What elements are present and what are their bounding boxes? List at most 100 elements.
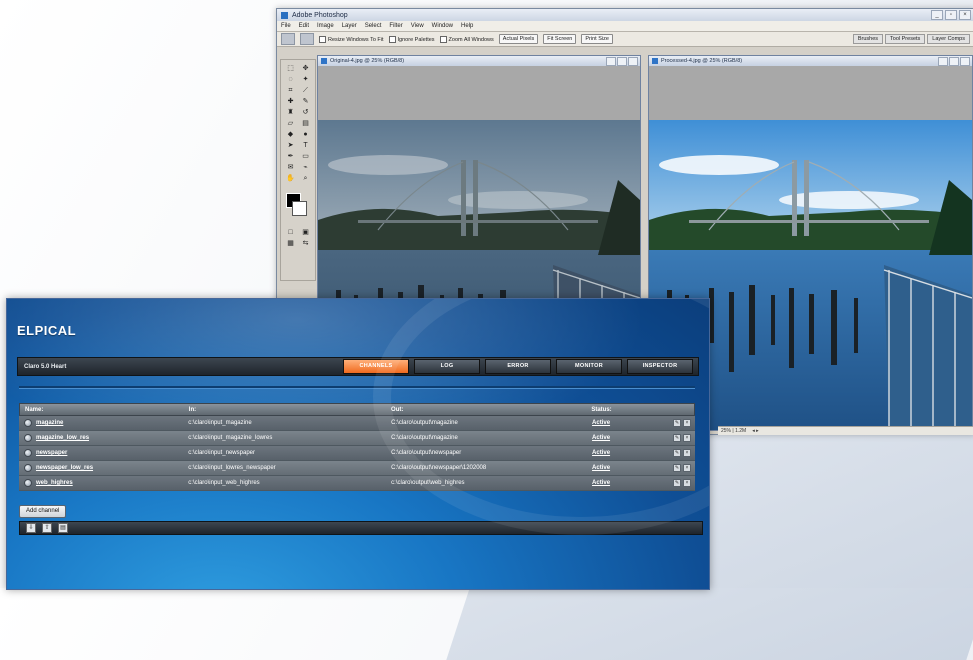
doc-close-icon[interactable]: [628, 56, 638, 66]
marquee-tool-icon[interactable]: ⬚: [284, 64, 297, 73]
menu-file[interactable]: File: [281, 23, 291, 29]
save-icon[interactable]: ▤: [58, 523, 68, 533]
table-row: newspaper_low_res c:\claro\input_lowres_…: [19, 461, 695, 476]
stamp-tool-icon[interactable]: ♜: [284, 108, 297, 117]
eyedropper-icon[interactable]: ⌁: [299, 163, 312, 172]
quick-mask-icon[interactable]: ▣: [299, 228, 312, 237]
menu-edit[interactable]: Edit: [299, 23, 309, 29]
brush-tool-icon[interactable]: ✎: [299, 97, 312, 106]
zoom-glass-icon[interactable]: ⌕: [299, 174, 312, 183]
channel-name-link[interactable]: newspaper_low_res: [36, 465, 93, 471]
channel-status-link[interactable]: Active: [592, 465, 610, 471]
palette-tab-layer-comps[interactable]: Layer Comps: [927, 34, 970, 44]
print-size-button[interactable]: Print Size: [581, 34, 613, 44]
upload-icon[interactable]: ⇧: [42, 523, 52, 533]
doc-maximize-icon[interactable]: [949, 56, 959, 66]
menu-filter[interactable]: Filter: [389, 23, 402, 29]
fit-screen-button[interactable]: Fit Screen: [543, 34, 577, 44]
tab-log[interactable]: LOG: [414, 359, 480, 374]
download-icon[interactable]: ⇩: [26, 523, 36, 533]
slice-tool-icon[interactable]: ⟋: [299, 86, 312, 95]
channel-name-link[interactable]: magazine_low_res: [36, 435, 89, 441]
blur-tool-icon[interactable]: ◆: [284, 130, 297, 139]
menu-window[interactable]: Window: [432, 23, 453, 29]
screen-mode-icon[interactable]: ▦: [284, 239, 297, 248]
tab-error[interactable]: ERROR: [485, 359, 551, 374]
history-brush-icon[interactable]: ↺: [299, 108, 312, 117]
channel-select-icon[interactable]: [24, 449, 32, 457]
document-icon: [652, 58, 658, 64]
zoom-in-out-icon[interactable]: [300, 33, 314, 45]
menu-select[interactable]: Select: [365, 23, 382, 29]
channel-select-icon[interactable]: [24, 479, 32, 487]
doc-minimize-icon[interactable]: [606, 56, 616, 66]
doc-maximize-icon[interactable]: [617, 56, 627, 66]
tab-inspector[interactable]: INSPECTOR: [627, 359, 693, 374]
menu-image[interactable]: Image: [317, 23, 334, 29]
photoshop-menubar: File Edit Image Layer Select Filter View…: [277, 21, 973, 32]
tab-channels[interactable]: CHANNELS: [343, 359, 409, 374]
menu-view[interactable]: View: [411, 23, 424, 29]
channel-select-icon[interactable]: [24, 464, 32, 472]
column-header-out: Out:: [391, 406, 404, 413]
lasso-tool-icon[interactable]: ◌: [284, 75, 297, 84]
ignore-palettes-checkbox[interactable]: Ignore Palettes: [388, 35, 435, 43]
dodge-tool-icon[interactable]: ●: [299, 130, 312, 139]
edit-icon[interactable]: ✎: [673, 479, 681, 487]
photoshop-app-icon: [281, 11, 288, 19]
close-icon[interactable]: ×: [959, 10, 971, 20]
hand-tool-icon[interactable]: ✋: [284, 174, 297, 183]
status-scroll-arrows[interactable]: ◂ ▸: [752, 428, 758, 434]
delete-icon[interactable]: ×: [683, 464, 691, 472]
zoom-all-windows-checkbox[interactable]: Zoom All Windows: [439, 35, 494, 43]
photoshop-title: Adobe Photoshop: [292, 11, 348, 19]
palette-tab-brushes[interactable]: Brushes: [852, 34, 884, 44]
eraser-tool-icon[interactable]: ▱: [284, 119, 297, 128]
channel-status-link[interactable]: Active: [592, 420, 610, 426]
delete-icon[interactable]: ×: [683, 434, 691, 442]
options-bar: Resize Windows To Fit Ignore Palettes Zo…: [277, 32, 973, 47]
channel-name-link[interactable]: newspaper: [36, 450, 67, 456]
channel-name-link[interactable]: web_highres: [36, 480, 73, 486]
channel-status-link[interactable]: Active: [592, 480, 610, 486]
palette-tab-tool-presets[interactable]: Tool Presets: [885, 34, 926, 44]
channel-status-link[interactable]: Active: [592, 435, 610, 441]
notes-tool-icon[interactable]: ✉: [284, 163, 297, 172]
crop-tool-icon[interactable]: ⌗: [284, 86, 297, 95]
original-doc-titlebar: Original-4.jpg @ 25% (RGB/8): [318, 56, 640, 66]
resize-windows-checkbox[interactable]: Resize Windows To Fit: [319, 35, 384, 43]
edit-icon[interactable]: ✎: [673, 449, 681, 457]
magic-wand-icon[interactable]: ✦: [299, 75, 312, 84]
delete-icon[interactable]: ×: [683, 419, 691, 427]
tab-monitor[interactable]: MONITOR: [556, 359, 622, 374]
original-doc-title: Original-4.jpg @ 25% (RGB/8): [330, 58, 405, 64]
channel-name-link[interactable]: magazine: [36, 420, 63, 426]
pen-tool-icon[interactable]: ✒: [284, 152, 297, 161]
standard-mode-icon[interactable]: □: [284, 228, 297, 237]
doc-minimize-icon[interactable]: [938, 56, 948, 66]
jump-to-icon[interactable]: ⇆: [299, 239, 312, 248]
add-channel-button[interactable]: Add channel: [19, 505, 67, 518]
minimize-icon[interactable]: _: [931, 10, 943, 20]
delete-icon[interactable]: ×: [683, 449, 691, 457]
path-select-icon[interactable]: ➤: [284, 141, 297, 150]
edit-icon[interactable]: ✎: [673, 464, 681, 472]
zoom-tool-icon[interactable]: [281, 33, 295, 45]
edit-icon[interactable]: ✎: [673, 434, 681, 442]
healing-brush-icon[interactable]: ✚: [284, 97, 297, 106]
move-tool-icon[interactable]: ✥: [299, 64, 312, 73]
channel-status-link[interactable]: Active: [592, 450, 610, 456]
menu-layer[interactable]: Layer: [342, 23, 357, 29]
doc-close-icon[interactable]: [960, 56, 970, 66]
menu-help[interactable]: Help: [461, 23, 473, 29]
channel-select-icon[interactable]: [24, 419, 32, 427]
edit-icon[interactable]: ✎: [673, 419, 681, 427]
channel-select-icon[interactable]: [24, 434, 32, 442]
background-color-swatch[interactable]: [292, 201, 307, 216]
actual-pixels-button[interactable]: Actual Pixels: [498, 34, 539, 44]
restore-icon[interactable]: ▫: [945, 10, 957, 20]
shape-tool-icon[interactable]: ▭: [299, 152, 312, 161]
gradient-tool-icon[interactable]: ▤: [299, 119, 312, 128]
type-tool-icon[interactable]: T: [299, 141, 312, 150]
delete-icon[interactable]: ×: [683, 479, 691, 487]
